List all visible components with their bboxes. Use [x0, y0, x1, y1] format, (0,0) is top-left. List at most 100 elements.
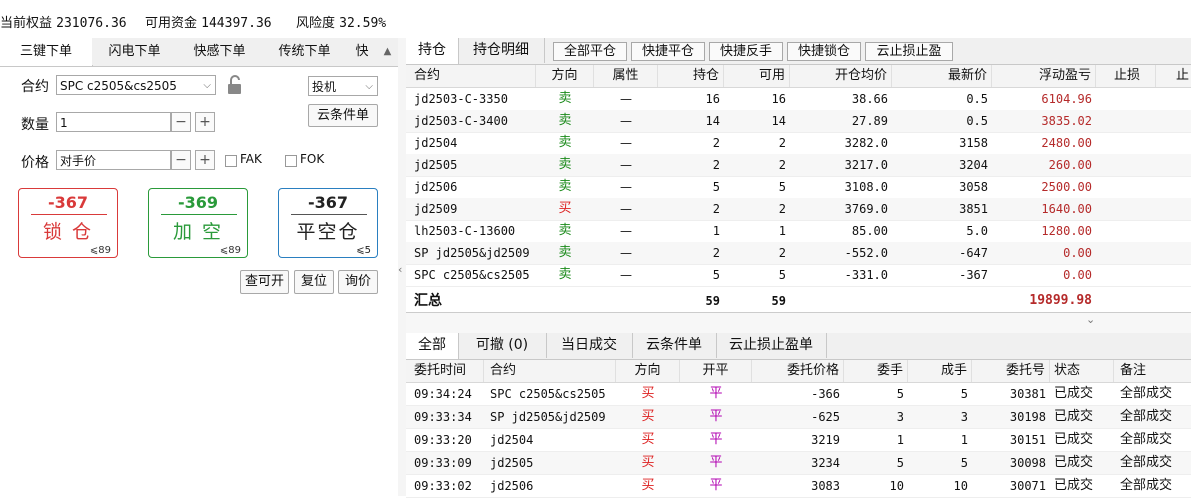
position-available: 16 [771, 92, 786, 106]
panel-splitter[interactable]: ‹ [398, 38, 406, 496]
tab-cloud-stop-orders[interactable]: 云止损止盈单 [716, 333, 827, 358]
divider [161, 214, 237, 215]
position-available: 2 [778, 158, 786, 172]
position-direction: 卖 [558, 157, 572, 172]
tab-cancelable-orders[interactable]: 可撤 (0) [458, 333, 547, 358]
table-row[interactable]: lh2503-C-13600 卖 — 1 1 85.00 5.0 1280.00 [406, 220, 1191, 243]
col-order-time[interactable]: 委托时间 [406, 360, 484, 382]
table-row[interactable]: jd2509 买 — 2 2 3769.0 3851 1640.00 [406, 198, 1191, 221]
position-available: 1 [778, 224, 786, 238]
unlock-icon[interactable] [226, 75, 244, 95]
table-row[interactable]: jd2504 卖 — 2 2 3282.0 3158 2480.00 [406, 132, 1191, 155]
position-quantity: 2 [712, 246, 720, 260]
cloud-stop-button[interactable]: 云止损止盈 [865, 42, 953, 61]
price-plus-button[interactable]: + [195, 150, 215, 170]
close-short-button[interactable]: -367 平空仓 ⩽5 [278, 188, 378, 258]
tab-flash-order[interactable]: 闪电下单 [92, 38, 178, 65]
cloud-condition-button[interactable]: 云条件单 [308, 104, 378, 127]
lock-position-button[interactable]: -367 锁 仓 ⩽89 [18, 188, 118, 258]
col-last-price[interactable]: 最新价 [892, 65, 992, 87]
position-quantity: 2 [712, 202, 720, 216]
table-row[interactable]: 09:33:02 jd2506 买 平 3083 10 10 30071 已成交 全部成交 [406, 475, 1191, 498]
tab-feel-order[interactable]: 快感下单 [177, 38, 263, 65]
price-input[interactable]: 对手价 [56, 150, 171, 170]
tab-positions[interactable]: 持仓 [406, 38, 459, 64]
col-floating-pnl[interactable]: 浮动盈亏 [992, 65, 1096, 87]
col-available[interactable]: 可用 [724, 65, 790, 87]
hedge-select[interactable]: 投机 ⌵ [308, 76, 378, 96]
quick-lock-button[interactable]: 快捷锁仓 [787, 42, 861, 61]
col-direction[interactable]: 方向 [536, 65, 594, 87]
order-volume: 1 [896, 433, 904, 447]
quantity-minus-button[interactable]: − [171, 112, 191, 132]
tab-today-trades[interactable]: 当日成交 [546, 333, 633, 358]
tab-position-details[interactable]: 持仓明细 [458, 38, 545, 63]
tab-cloud-orders[interactable]: 云条件单 [632, 333, 717, 358]
col-stop-profit[interactable]: 止 [1156, 65, 1191, 87]
order-filled: 10 [953, 479, 968, 493]
col-position[interactable]: 持仓 [658, 65, 724, 87]
contract-label: 合约 [21, 79, 49, 95]
table-row[interactable]: jd2503-C-3400 卖 — 14 14 27.89 0.5 3835.02 [406, 110, 1191, 133]
table-row[interactable]: SP jd2505&jd2509 卖 — 2 2 -552.0 -647 0.00 [406, 242, 1191, 265]
chevron-left-icon[interactable]: ‹ [398, 263, 402, 276]
orders-tabs: 全部 可撤 (0) 当日成交 云条件单 云止损止盈单 [406, 333, 1191, 360]
col-order-price[interactable]: 委托价格 [752, 360, 844, 382]
position-pnl: 3835.02 [1041, 114, 1092, 128]
close-all-button[interactable]: 全部平仓 [553, 42, 627, 61]
collapse-up-icon[interactable]: ▲ [377, 38, 398, 65]
order-price: 3234 [811, 456, 840, 470]
table-row[interactable]: 09:34:24 SPC c2505&cs2505 买 平 -366 5 5 30381 已成交… [406, 383, 1191, 406]
col-order-id[interactable]: 委托号 [972, 360, 1050, 382]
positions-summary-row: 汇总 59 59 19899.98 [406, 290, 1191, 313]
order-id: 30151 [1009, 433, 1046, 447]
col-order-volume[interactable]: 委手 [844, 360, 908, 382]
table-row[interactable]: 09:33:20 jd2504 买 平 3219 1 1 30151 已成交 全部成交 [406, 429, 1191, 452]
quick-reverse-button[interactable]: 快捷反手 [709, 42, 783, 61]
table-row[interactable]: SPC c2505&cs2505 卖 — 5 5 -331.0 -367 0.00 [406, 264, 1191, 287]
col-avg-price[interactable]: 开仓均价 [790, 65, 892, 87]
position-avg-price: 3217.0 [844, 158, 888, 172]
vertical-splitter[interactable]: ⌄ [406, 313, 1191, 333]
tab-traditional-order[interactable]: 传统下单 [262, 38, 348, 65]
expand-down-icon[interactable]: ⌄ [1086, 313, 1095, 326]
position-direction: 卖 [558, 91, 572, 106]
check-open-button[interactable]: 查可开 [240, 270, 289, 294]
reset-button[interactable]: 复位 [294, 270, 334, 294]
fak-checkbox[interactable] [225, 155, 237, 167]
col-stop-loss[interactable]: 止损 [1096, 65, 1156, 87]
tab-three-key-order[interactable]: 三键下单 [0, 38, 93, 66]
tab-more[interactable]: 快 [347, 38, 378, 65]
quantity-input[interactable]: 1 [56, 112, 171, 132]
position-avg-price: 27.89 [851, 114, 888, 128]
col-note[interactable]: 备注 [1114, 360, 1191, 382]
col-filled-volume[interactable]: 成手 [908, 360, 972, 382]
col-open-close[interactable]: 开平 [680, 360, 752, 382]
col-contract[interactable]: 合约 [406, 65, 536, 87]
contract-select[interactable]: SPC c2505&cs2505 ⌵ [56, 75, 216, 95]
table-row[interactable]: jd2506 卖 — 5 5 3108.0 3058 2500.00 [406, 176, 1191, 199]
col-attribute[interactable]: 属性 [594, 65, 658, 87]
order-volume: 5 [896, 456, 904, 470]
quick-close-button[interactable]: 快捷平仓 [631, 42, 705, 61]
tab-all-orders[interactable]: 全部 [406, 333, 459, 359]
fok-checkbox[interactable] [285, 155, 297, 167]
price-minus-button[interactable]: − [171, 150, 191, 170]
table-row[interactable]: jd2503-C-3350 卖 — 16 16 38.66 0.5 6104.96 [406, 88, 1191, 111]
col-order-direction[interactable]: 方向 [616, 360, 680, 382]
position-avg-price: -552.0 [844, 246, 888, 260]
order-note: 全部成交 [1120, 409, 1173, 424]
position-attribute: — [620, 158, 632, 172]
order-volume: 10 [889, 479, 904, 493]
quantity-plus-button[interactable]: + [195, 112, 215, 132]
table-row[interactable]: 09:33:34 SP jd2505&jd2509 买 平 -625 3 3 30198 已成交… [406, 406, 1191, 429]
col-status[interactable]: 状态 [1050, 360, 1114, 382]
add-short-button[interactable]: -369 加 空 ⩽89 [148, 188, 248, 258]
table-row[interactable]: 09:33:09 jd2505 买 平 3234 5 5 30098 已成交 全部成交 [406, 452, 1191, 475]
order-contract: jd2504 [490, 433, 534, 447]
table-row[interactable]: jd2505 卖 — 2 2 3217.0 3204 260.00 [406, 154, 1191, 177]
inquiry-button[interactable]: 询价 [338, 270, 378, 294]
order-time: 09:34:24 [414, 387, 472, 401]
col-order-contract[interactable]: 合约 [484, 360, 616, 382]
position-contract: jd2505 [414, 158, 458, 172]
